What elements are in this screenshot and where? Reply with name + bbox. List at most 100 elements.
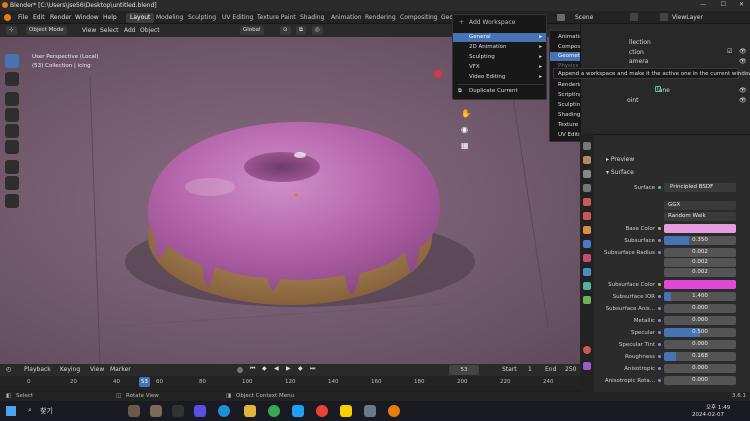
menu-item-video-editing[interactable]: Video Editing ▸ xyxy=(453,73,546,82)
number-field[interactable]: 0.002 xyxy=(664,268,736,277)
timeline-ruler[interactable]: 0 20 40 60 80 100 120 140 160 180 200 220 240 53 xyxy=(0,376,580,390)
scale-tool-icon[interactable] xyxy=(5,124,19,138)
visibility-eye-icon[interactable]: 👁 xyxy=(739,87,747,94)
select-menu[interactable]: Select xyxy=(100,27,119,34)
add-cube-tool-icon[interactable] xyxy=(5,194,19,208)
number-field[interactable]: 0.000 xyxy=(664,316,736,325)
number-field[interactable]: 0.000 xyxy=(664,304,736,313)
blender-menu-icon[interactable] xyxy=(4,14,11,21)
move-tool-icon[interactable] xyxy=(5,92,19,106)
add-menu[interactable]: Add xyxy=(124,27,136,34)
play-icon[interactable]: ▶ xyxy=(286,365,291,372)
view-menu[interactable]: View xyxy=(90,366,104,373)
blender-taskbar-icon[interactable] xyxy=(388,405,400,417)
visibility-eye-icon[interactable]: 👁 xyxy=(739,58,747,65)
cursor-tool-icon[interactable] xyxy=(5,72,19,86)
number-field[interactable]: 0.002 xyxy=(664,258,736,267)
socket-icon[interactable] xyxy=(658,239,661,242)
color-swatch[interactable] xyxy=(664,224,736,233)
camera-view-icon[interactable]: ◉ xyxy=(461,125,468,134)
number-field[interactable]: 0.000 xyxy=(664,364,736,373)
tab-rendering[interactable]: Rendering xyxy=(361,13,400,23)
menu-item-2d-animation[interactable]: 2D Animation ▸ xyxy=(453,43,546,52)
tab-compositing[interactable]: Compositing xyxy=(396,13,442,23)
texture-tab-icon[interactable] xyxy=(583,362,591,370)
outliner-row[interactable]: amera xyxy=(629,58,648,65)
modifier-tab-icon[interactable] xyxy=(583,240,591,248)
record-icon[interactable] xyxy=(237,367,243,373)
new-scene-icon[interactable] xyxy=(630,13,638,21)
editor-type-button[interactable]: ⊹ xyxy=(6,26,17,35)
menu-help[interactable]: Help xyxy=(103,14,117,21)
pan-hand-icon[interactable]: ✋ xyxy=(461,109,471,118)
transform-orientation-select[interactable]: Global xyxy=(240,26,264,35)
data-tab-icon[interactable] xyxy=(583,296,591,304)
ortho-grid-icon[interactable]: ▦ xyxy=(461,141,469,150)
tab-shading[interactable]: Shading xyxy=(296,13,328,23)
surface-section[interactable]: ▾ Surface xyxy=(606,169,634,176)
socket-icon[interactable] xyxy=(658,331,661,334)
scene-tab-icon[interactable] xyxy=(583,198,591,206)
view-layer-icon[interactable] xyxy=(660,13,668,21)
checkbox-icon[interactable]: ☑ xyxy=(727,48,732,55)
output-tab-icon[interactable] xyxy=(583,170,591,178)
menu-edit[interactable]: Edit xyxy=(33,14,45,21)
socket-icon[interactable] xyxy=(658,379,661,382)
visibility-eye-icon[interactable]: 👁 xyxy=(739,97,747,104)
distribution-select[interactable]: GGX xyxy=(664,201,736,210)
rotate-tool-icon[interactable] xyxy=(5,108,19,122)
render-tab-icon[interactable] xyxy=(583,156,591,164)
minimize-icon[interactable]: — xyxy=(700,1,706,8)
tool-tab-icon[interactable] xyxy=(583,142,591,150)
file-explorer-icon[interactable] xyxy=(244,405,256,417)
socket-icon[interactable] xyxy=(658,283,661,286)
visibility-eye-icon[interactable]: 👁 xyxy=(739,48,747,55)
mode-select[interactable]: Object Mode xyxy=(26,26,67,35)
number-field[interactable]: 0.168 xyxy=(664,352,736,361)
tab-texture-paint[interactable]: Texture Paint xyxy=(253,13,300,23)
tab-uv-editing[interactable]: UV Editing xyxy=(218,13,257,23)
number-field[interactable]: 0.500 xyxy=(664,328,736,337)
material-tab-icon[interactable] xyxy=(583,346,591,354)
subsurface-method-select[interactable]: Random Walk xyxy=(664,212,736,221)
socket-icon[interactable] xyxy=(658,227,661,230)
constraints-tab-icon[interactable] xyxy=(583,282,591,290)
gizmo-x-axis-icon[interactable] xyxy=(434,70,442,78)
transform-tool-icon[interactable] xyxy=(5,140,19,154)
number-field[interactable]: 0.000 xyxy=(664,340,736,349)
socket-icon[interactable] xyxy=(658,343,661,346)
socket-icon[interactable] xyxy=(658,295,661,298)
menu-item-sculpting[interactable]: Sculpting ▸ xyxy=(453,53,546,62)
view-layer-tab-icon[interactable] xyxy=(583,184,591,192)
socket-icon[interactable] xyxy=(658,355,661,358)
prev-key-icon[interactable]: ◆ xyxy=(262,365,267,372)
app-photo-icon[interactable] xyxy=(128,405,140,417)
number-field[interactable]: 0.002 xyxy=(664,248,736,257)
app-photo-2-icon[interactable] xyxy=(150,405,162,417)
keying-menu[interactable]: Keying xyxy=(60,366,80,373)
outliner-row[interactable]: oint xyxy=(627,97,639,104)
next-key-icon[interactable]: ◆ xyxy=(298,365,303,372)
end-frame-field[interactable]: 250 xyxy=(565,366,576,373)
twitter-icon[interactable] xyxy=(292,405,304,417)
tab-animation[interactable]: Animation xyxy=(327,13,366,23)
jump-end-icon[interactable]: ⏭ xyxy=(310,365,315,373)
search-icon[interactable]: ⌕ xyxy=(28,406,32,415)
windows-start-icon[interactable] xyxy=(6,406,16,416)
edge-icon[interactable] xyxy=(218,405,230,417)
playback-menu[interactable]: Playback xyxy=(24,366,51,373)
preview-section[interactable]: ▸ Preview xyxy=(606,156,634,163)
particles-tab-icon[interactable] xyxy=(583,254,591,262)
number-field[interactable]: 1.400 xyxy=(664,292,736,301)
playhead-frame[interactable]: 53 xyxy=(138,377,150,387)
object-menu[interactable]: Object xyxy=(140,27,160,34)
object-tab-icon[interactable] xyxy=(583,226,591,234)
taskbar-search[interactable]: 찾기 xyxy=(40,406,53,416)
menu-render[interactable]: Render xyxy=(50,14,71,21)
select-box-tool-icon[interactable] xyxy=(5,54,19,68)
jump-start-icon[interactable]: ⏮ xyxy=(250,365,255,373)
current-frame-field[interactable]: 53 xyxy=(449,365,479,375)
timeline-editor-icon[interactable]: ◴ xyxy=(6,366,11,373)
number-field[interactable]: 0.350 xyxy=(664,236,736,245)
color-swatch[interactable] xyxy=(664,280,736,289)
